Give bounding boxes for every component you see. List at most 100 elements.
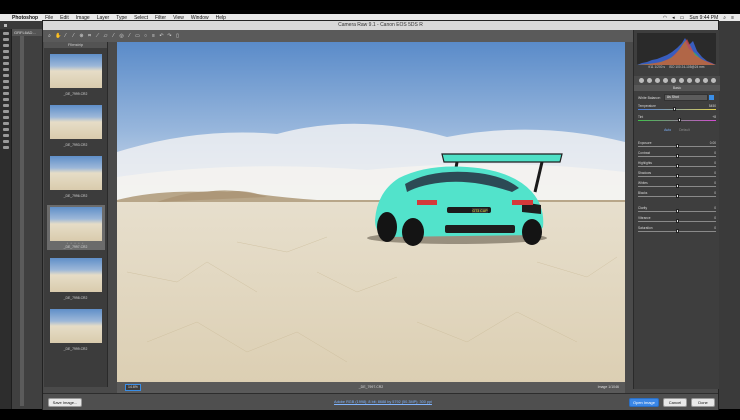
hand-tool-icon[interactable]	[2, 140, 9, 143]
eraser-tool-icon[interactable]	[2, 92, 9, 95]
spotlight-icon[interactable]: ⌕	[723, 15, 726, 21]
workflow-options-link[interactable]: Adobe RGB (1998); 8 bit; 8688 by 5792 (5…	[243, 400, 523, 404]
tab-split-toning-icon[interactable]	[670, 78, 676, 83]
graduated-filter-icon[interactable]: ▭	[135, 33, 140, 39]
saturation-value[interactable]: 0	[714, 226, 716, 230]
preview-photo[interactable]: GT3 CUP	[117, 42, 625, 382]
vibrance-slider[interactable]: Vibrance 0	[638, 216, 716, 224]
ps-doc-tab[interactable]: GRFL6AD...	[12, 29, 42, 36]
exposure-slider[interactable]: Exposure 0.00	[638, 141, 716, 149]
trash-icon[interactable]: ▯	[175, 33, 180, 39]
temperature-thumb[interactable]	[673, 107, 677, 111]
exposure-thumb[interactable]	[675, 144, 679, 148]
transform-tool-icon[interactable]: ▱	[103, 33, 108, 39]
saturation-slider[interactable]: Saturation 0	[638, 226, 716, 234]
adjustment-brush-icon[interactable]: ⁄	[127, 33, 132, 39]
preferences-icon[interactable]: ≡	[151, 33, 156, 39]
filmstrip-thumb[interactable]: _DE_7998.CR2	[47, 256, 105, 301]
highlights-thumb[interactable]	[675, 164, 679, 168]
quick-select-tool-icon[interactable]	[2, 50, 9, 53]
shadows-value[interactable]: 0	[714, 171, 716, 175]
stamp-tool-icon[interactable]	[2, 80, 9, 83]
path-select-icon[interactable]	[2, 128, 9, 131]
whites-slider[interactable]: Whites 0	[638, 181, 716, 189]
contrast-value[interactable]: 0	[714, 151, 716, 155]
cancel-button[interactable]: Cancel	[663, 398, 687, 407]
rotate-right-icon[interactable]: ↷	[167, 33, 172, 39]
whites-thumb[interactable]	[675, 184, 679, 188]
save-image-button[interactable]: Save Image...	[48, 398, 82, 407]
move-tool-icon[interactable]	[2, 32, 9, 35]
ps-home-icon[interactable]	[4, 23, 7, 27]
rotate-left-icon[interactable]: ↶	[159, 33, 164, 39]
red-eye-icon[interactable]: ◎	[119, 33, 124, 39]
straighten-tool-icon[interactable]: ⟋	[95, 33, 100, 39]
notification-icon[interactable]: ≡	[731, 15, 734, 21]
radial-filter-icon[interactable]: ○	[143, 33, 148, 39]
tab-hsl-icon[interactable]	[662, 78, 668, 83]
color-sampler-icon[interactable]: ⁄	[71, 33, 76, 39]
gradient-tool-icon[interactable]	[2, 98, 9, 101]
whites-value[interactable]: 0	[714, 181, 716, 185]
filmstrip-thumb[interactable]: _DE_7993.CR2	[47, 103, 105, 148]
targeted-adjust-icon[interactable]: ⊕	[79, 33, 84, 39]
tint-slider[interactable]: Tint +8	[638, 115, 716, 123]
zoom-tool-icon[interactable]: ⌕	[47, 33, 52, 39]
lasso-tool-icon[interactable]	[2, 44, 9, 47]
zoom-tool-icon[interactable]	[2, 146, 9, 149]
crop-tool-icon[interactable]: ⌗	[87, 33, 92, 39]
blacks-thumb[interactable]	[675, 194, 679, 198]
tint-value[interactable]: +8	[712, 115, 716, 119]
tab-snapshots-icon[interactable]	[710, 78, 716, 83]
tab-basic-icon[interactable]	[638, 78, 644, 83]
chevron-down-icon[interactable]	[708, 95, 714, 100]
brush-tool-icon[interactable]	[2, 74, 9, 77]
history-brush-icon[interactable]	[2, 86, 9, 89]
default-link[interactable]: Default	[679, 128, 690, 132]
spot-removal-icon[interactable]: ⁄	[111, 33, 116, 39]
filmstrip-thumb[interactable]: _DE_7996.CR2	[47, 154, 105, 199]
shape-tool-icon[interactable]	[2, 134, 9, 137]
shadows-slider[interactable]: Shadows 0	[638, 171, 716, 179]
open-image-button[interactable]: Open Image	[629, 398, 659, 407]
exposure-value[interactable]: 0.00	[710, 141, 716, 145]
pen-tool-icon[interactable]	[2, 116, 9, 119]
tint-thumb[interactable]	[677, 118, 681, 122]
tab-calibration-icon[interactable]	[694, 78, 700, 83]
filmstrip-thumb-selected[interactable]: • • • • • _DE_7997.CR2	[46, 205, 105, 250]
white-balance-tool-icon[interactable]: ⁄	[63, 33, 68, 39]
white-balance-select[interactable]: As Shot	[663, 94, 708, 101]
auto-link[interactable]: Auto	[664, 128, 671, 132]
blur-tool-icon[interactable]	[2, 104, 9, 107]
clarity-thumb[interactable]	[675, 209, 679, 213]
shadows-thumb[interactable]	[675, 174, 679, 178]
clarity-slider[interactable]: Clarity 0	[638, 206, 716, 214]
tab-tone-curve-icon[interactable]	[646, 78, 652, 83]
temperature-slider[interactable]: Temperature 5450	[638, 104, 716, 112]
vibrance-thumb[interactable]	[675, 219, 679, 223]
tab-lens-icon[interactable]	[678, 78, 684, 83]
blacks-value[interactable]: 0	[714, 191, 716, 195]
filmstrip-header[interactable]: Filmstrip	[44, 42, 107, 48]
marquee-tool-icon[interactable]	[2, 38, 9, 41]
vibrance-value[interactable]: 0	[714, 216, 716, 220]
eyedropper-tool-icon[interactable]	[2, 62, 9, 65]
blacks-slider[interactable]: Blacks 0	[638, 191, 716, 199]
temperature-value[interactable]: 5450	[709, 104, 716, 108]
clarity-value[interactable]: 0	[714, 206, 716, 210]
healing-tool-icon[interactable]	[2, 68, 9, 71]
saturation-thumb[interactable]	[675, 229, 679, 233]
done-button[interactable]: Done	[691, 398, 715, 407]
tab-presets-icon[interactable]	[702, 78, 708, 83]
hand-tool-icon[interactable]: ✋	[55, 33, 61, 39]
highlights-value[interactable]: 0	[714, 161, 716, 165]
contrast-thumb[interactable]	[675, 154, 679, 158]
filmstrip-thumb[interactable]: _DE_7999.CR2	[47, 307, 105, 352]
temperature-track[interactable]	[638, 109, 716, 110]
type-tool-icon[interactable]	[2, 122, 9, 125]
contrast-slider[interactable]: Contrast 0	[638, 151, 716, 159]
filmstrip-thumb[interactable]: _DE_7999.CR2	[47, 52, 105, 97]
tab-effects-icon[interactable]	[686, 78, 692, 83]
highlights-slider[interactable]: Highlights 0	[638, 161, 716, 169]
dodge-tool-icon[interactable]	[2, 110, 9, 113]
